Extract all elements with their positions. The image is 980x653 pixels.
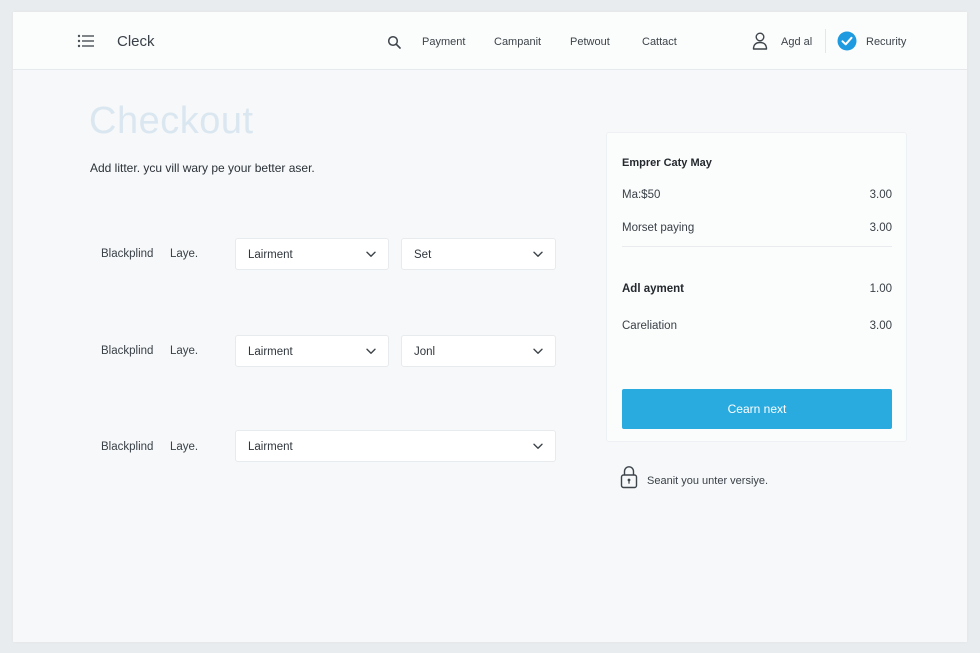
chevron-down-icon — [533, 443, 543, 449]
continue-button[interactable]: Cearn next — [622, 389, 892, 429]
summary-line-label: Morset paying — [622, 222, 695, 234]
row-sublabel: Laye. — [170, 441, 199, 453]
summary-line-amount: 3.00 — [869, 222, 892, 234]
security-label[interactable]: Recurity — [866, 36, 906, 48]
chevron-down-icon — [366, 251, 376, 257]
summary-line-label: Adl ayment — [622, 283, 684, 295]
dropdown-value: Lairment — [248, 249, 293, 261]
page-title: Checkout — [89, 100, 254, 142]
chevron-down-icon — [533, 251, 543, 257]
summary-title: Emprer Caty May — [622, 157, 712, 169]
order-summary-card: Emprer Caty May Ma:$50 3.00 Morset payin… — [606, 132, 907, 442]
dropdown-value: Set — [414, 249, 432, 261]
nav-link-petwout[interactable]: Petwout — [570, 36, 610, 48]
summary-line-amount: 1.00 — [869, 283, 892, 295]
user-icon[interactable] — [752, 32, 768, 50]
nav-link-payment[interactable]: Payment — [422, 36, 465, 48]
dropdown-select[interactable]: Lairment — [235, 430, 556, 462]
lock-icon — [620, 466, 638, 489]
dropdown-select[interactable]: Set — [401, 238, 556, 270]
nav-link-campanit[interactable]: Campanit — [494, 36, 541, 48]
header-divider — [825, 29, 826, 53]
chevron-down-icon — [366, 348, 376, 354]
dropdown-value: Lairment — [248, 346, 293, 358]
dropdown-value: Jonl — [414, 346, 436, 358]
account-label[interactable]: Agd al — [781, 36, 812, 48]
top-nav-bar: Cleck Payment Campanit Petwout Cattact A… — [13, 12, 967, 70]
row-label: Blackplind — [101, 345, 154, 357]
secure-note: Seanit you unter versiye. — [647, 475, 769, 487]
chevron-down-icon — [533, 348, 543, 354]
check-badge-icon — [837, 31, 857, 51]
dropdown-select[interactable]: Lairment — [235, 335, 389, 367]
row-sublabel: Laye. — [170, 345, 199, 357]
summary-line-label: Careliation — [622, 320, 677, 332]
summary-divider — [622, 246, 892, 247]
menu-icon[interactable] — [77, 34, 95, 48]
row-label: Blackplind — [101, 441, 154, 453]
summary-line-label: Ma:$50 — [622, 189, 661, 201]
app-window: Cleck Payment Campanit Petwout Cattact A… — [13, 12, 967, 642]
summary-line-amount: 3.00 — [869, 320, 892, 332]
nav-link-cattact[interactable]: Cattact — [642, 36, 677, 48]
page-subtitle: Add litter. ycu vill wary pe your better… — [90, 161, 315, 175]
dropdown-select[interactable]: Jonl — [401, 335, 556, 367]
brand-name[interactable]: Cleck — [117, 33, 155, 50]
search-icon[interactable] — [387, 35, 401, 49]
summary-line-amount: 3.00 — [869, 189, 892, 201]
row-label: Blackplind — [101, 248, 154, 260]
dropdown-value: Lairment — [248, 441, 293, 453]
row-sublabel: Laye. — [170, 248, 199, 260]
dropdown-select[interactable]: Lairment — [235, 238, 389, 270]
